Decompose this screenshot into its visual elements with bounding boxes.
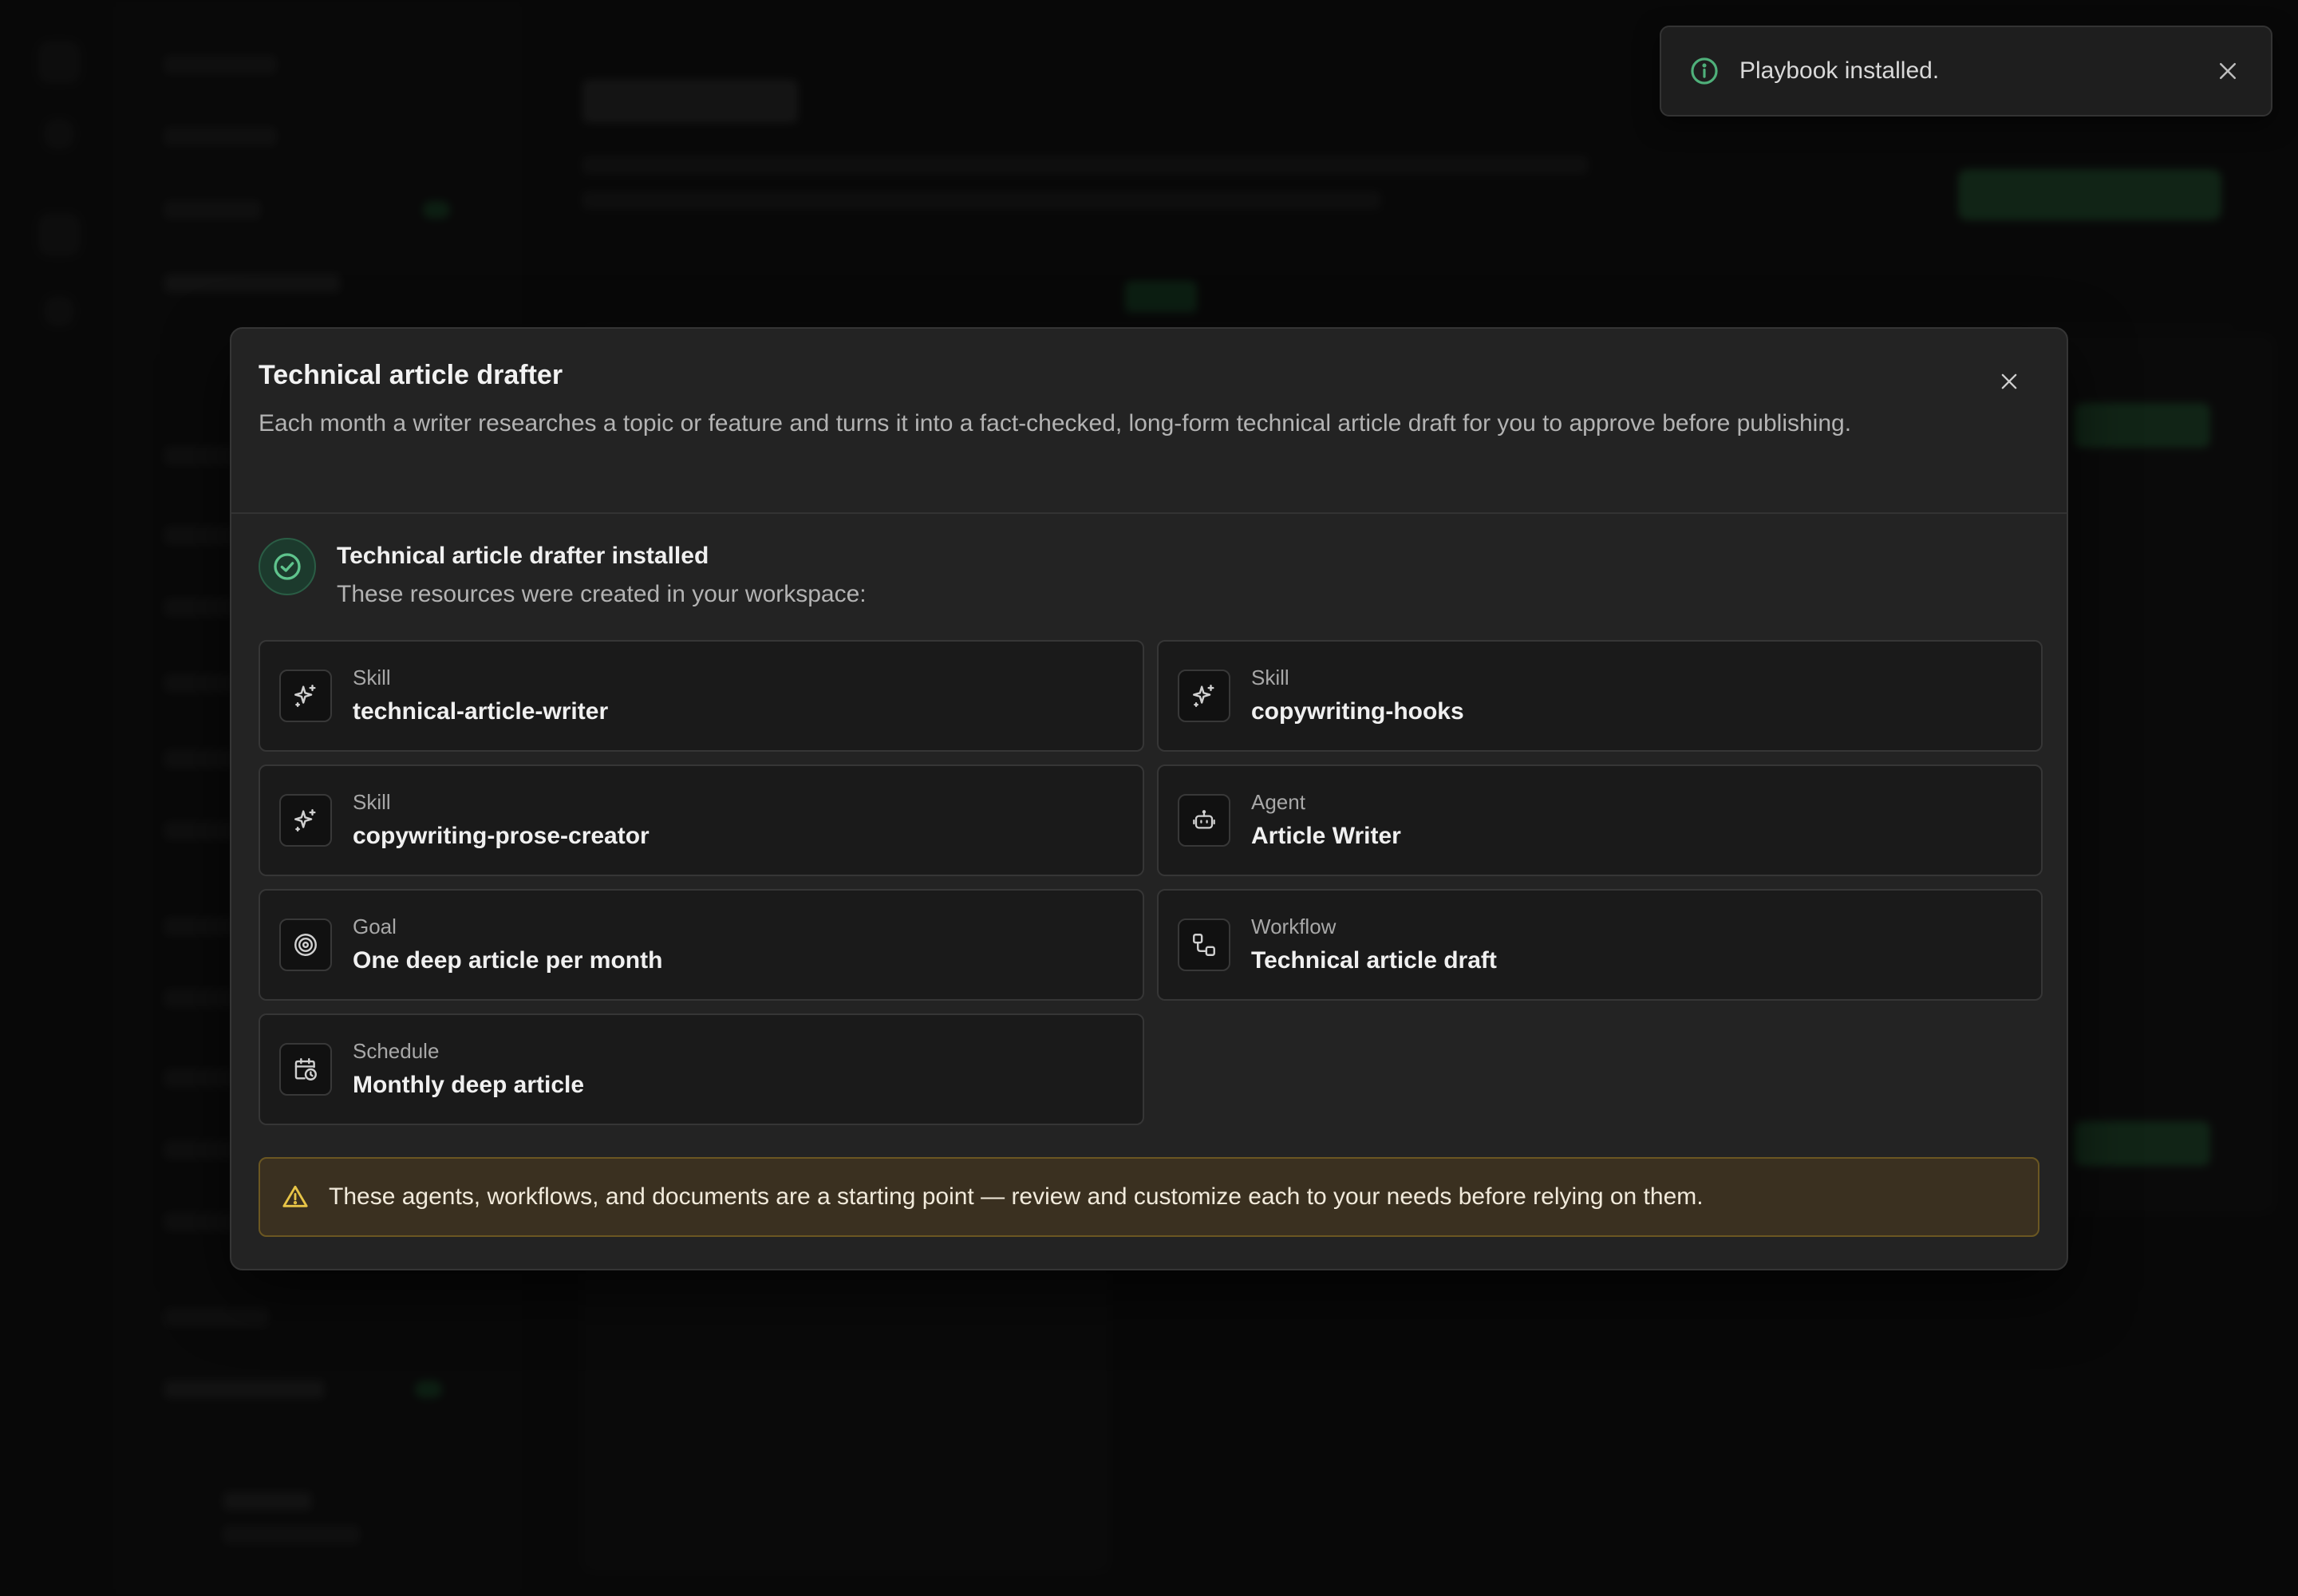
toast-message: Playbook installed. (1739, 57, 1940, 84)
dialog-description: Each month a writer researches a topic o… (259, 409, 1852, 437)
resource-card-skill-technical-article-writer[interactable]: Skill technical-article-writer (259, 640, 1144, 752)
check-circle-icon (259, 538, 316, 595)
resource-name: Technical article draft (1251, 946, 1497, 974)
info-icon (1688, 55, 1720, 87)
close-icon (2001, 373, 2017, 389)
playbook-installed-dialog: Technical article drafter Each month a w… (230, 327, 2068, 1270)
dialog-header: Technical article drafter Each month a w… (231, 329, 2067, 514)
sparkle-icon (1178, 670, 1230, 722)
warning-icon (279, 1181, 311, 1213)
resource-type: Goal (353, 915, 397, 939)
resource-card-goal-one-deep-article[interactable]: Goal One deep article per month (259, 889, 1144, 1001)
resource-name: copywriting-hooks (1251, 697, 1464, 725)
resource-type: Workflow (1251, 915, 1337, 939)
resource-card-workflow-technical-article-draft[interactable]: Workflow Technical article draft (1157, 889, 2043, 1001)
installed-title: Technical article drafter installed (337, 543, 709, 569)
installed-subtitle: These resources were created in your wor… (337, 581, 867, 607)
resource-type: Skill (1251, 666, 1289, 690)
resource-card-agent-article-writer[interactable]: Agent Article Writer (1157, 764, 2043, 876)
resource-card-skill-copywriting-hooks[interactable]: Skill copywriting-hooks (1157, 640, 2043, 752)
toast-close-button[interactable] (2212, 55, 2244, 87)
resource-type: Skill (353, 666, 391, 690)
target-icon (279, 918, 332, 971)
close-icon (2220, 63, 2236, 79)
resource-name: Article Writer (1251, 822, 1401, 849)
resource-name: technical-article-writer (353, 697, 609, 725)
resource-name: copywriting-prose-creator (353, 822, 650, 849)
toast-notification: Playbook installed. (1660, 26, 2272, 117)
workflow-icon (1178, 918, 1230, 971)
resource-card-skill-copywriting-prose-creator[interactable]: Skill copywriting-prose-creator (259, 764, 1144, 876)
sparkle-icon (279, 794, 332, 847)
dialog-close-button[interactable] (1992, 364, 2027, 399)
sparkle-icon (279, 670, 332, 722)
resource-list: Skill technical-article-writer Skill cop… (259, 640, 2043, 1125)
installed-status: Technical article drafter installed Thes… (259, 538, 2039, 640)
resource-card-schedule-monthly-deep-article[interactable]: Schedule Monthly deep article (259, 1013, 1144, 1125)
resource-name: One deep article per month (353, 946, 663, 974)
resource-name: Monthly deep article (353, 1071, 585, 1098)
resource-type: Skill (353, 790, 391, 815)
resource-type: Agent (1251, 790, 1305, 815)
disclaimer-banner: These agents, workflows, and documents a… (259, 1157, 2039, 1237)
resource-type: Schedule (353, 1039, 440, 1064)
calendar-clock-icon (279, 1043, 332, 1096)
disclaimer-text: These agents, workflows, and documents a… (329, 1183, 1704, 1210)
dialog-title: Technical article drafter (259, 360, 563, 390)
robot-icon (1178, 794, 1230, 847)
dialog-body: Technical article drafter installed Thes… (231, 514, 2067, 1237)
